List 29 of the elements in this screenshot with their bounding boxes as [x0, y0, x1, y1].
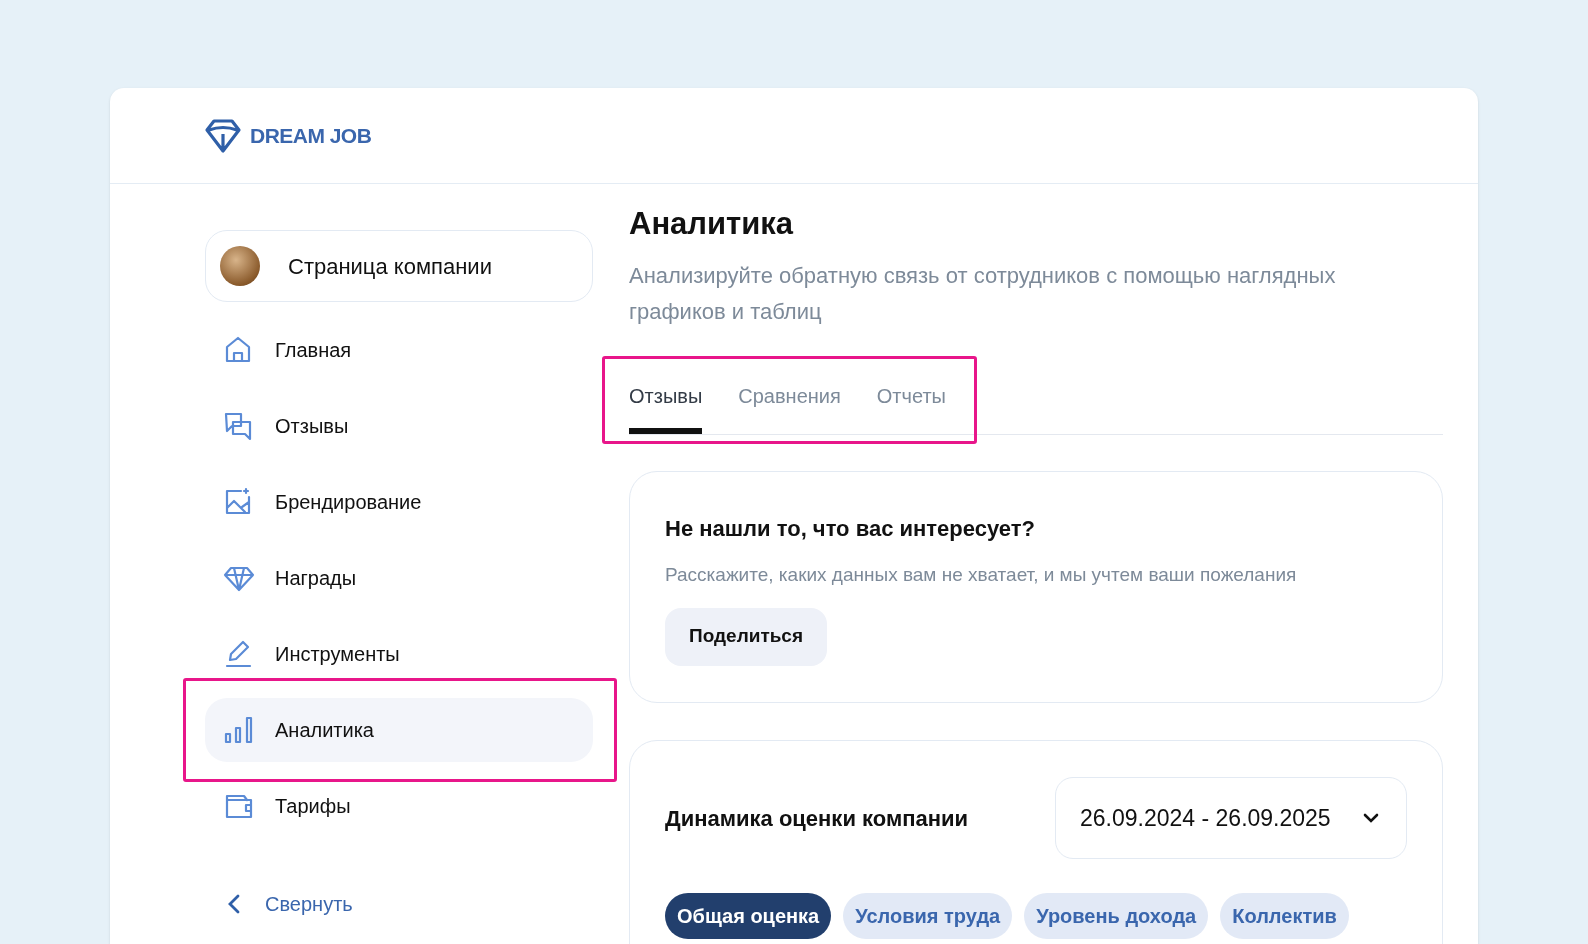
card-title: Не нашли то, что вас интересует? [665, 515, 1037, 543]
logo-icon [204, 116, 242, 155]
nav-item[interactable]: Награды [205, 546, 593, 610]
chevron-down-icon [1362, 812, 1380, 824]
nav-item[interactable]: Аналитика [205, 698, 593, 762]
filter-chip[interactable]: Коллектив [1220, 893, 1349, 939]
card-text: Расскажите, каких данных вам не хватает, и мы учтем ваши пожелания [665, 563, 1298, 587]
chevron-left-icon [227, 893, 241, 915]
tab[interactable]: Сравнения [738, 358, 841, 434]
page-title: Аналитика [629, 205, 795, 243]
tab[interactable]: Отчеты [876, 358, 946, 434]
filter-chip[interactable]: Общая оценка [665, 893, 832, 939]
nav-item[interactable]: Брендирование [205, 470, 593, 534]
page-subtitle: Анализируйте обратную связь от сотрудников с помощью наглядных графиков и таблиц [629, 262, 1337, 326]
collapse-button[interactable]: Свернуть [205, 874, 353, 934]
company-avatar [220, 246, 260, 286]
filter-chip[interactable]: Уровень дохода [1024, 893, 1209, 939]
logo[interactable]: DREAM JOB [204, 116, 372, 155]
company-card[interactable]: Страница компании [205, 230, 593, 302]
nav-item[interactable]: Главная [205, 318, 593, 382]
filter-chip[interactable]: Условия труда [843, 893, 1013, 939]
date-range-dropdown[interactable]: 26.09.2024 - 26.09.2025 [1055, 777, 1407, 859]
tab[interactable]: Отзывы [629, 358, 703, 434]
card-title: Динамика оценки компании [665, 804, 968, 833]
nav-item[interactable]: Инструменты [205, 622, 593, 686]
bar-chart-icon [223, 714, 255, 746]
nav-item[interactable]: Отзывы [205, 394, 593, 458]
share-button[interactable]: Поделиться [665, 607, 828, 666]
nav-item[interactable]: Тарифы [205, 774, 593, 838]
